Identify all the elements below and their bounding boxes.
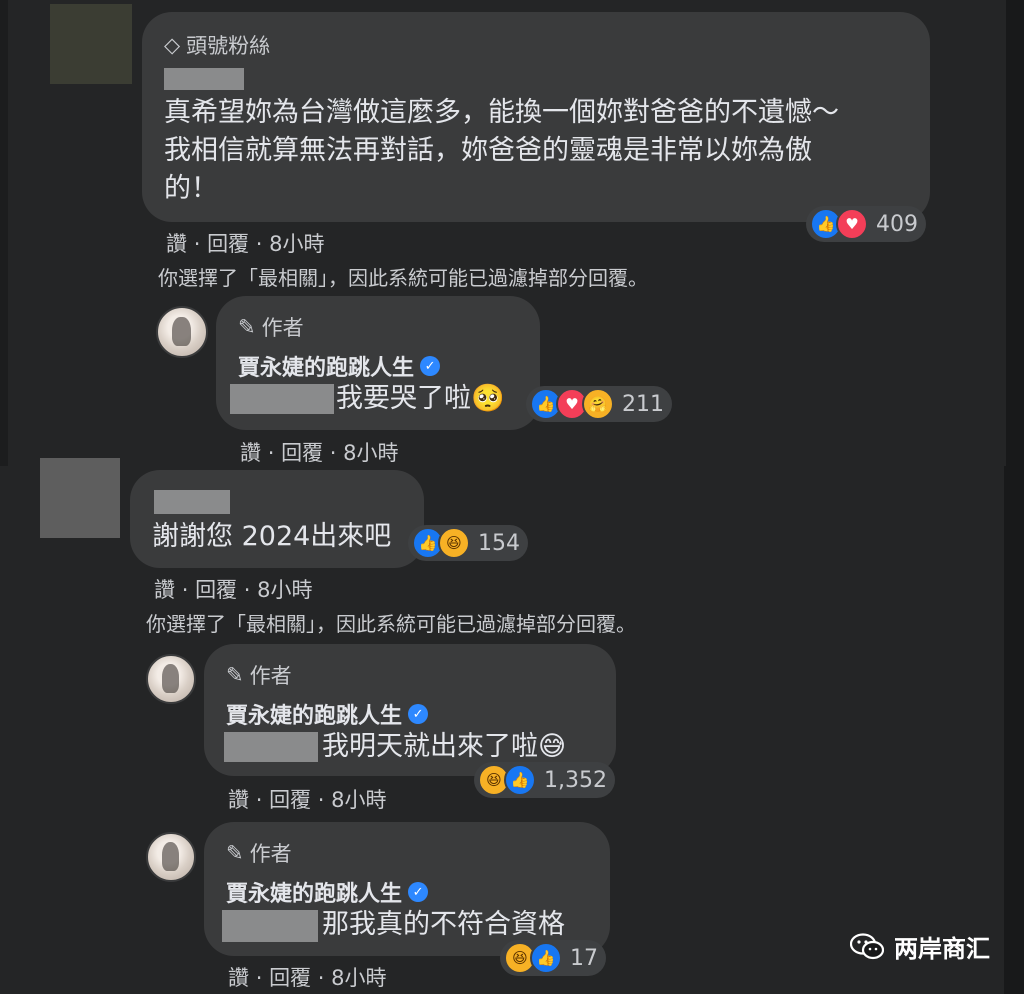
separator-dot: · [267, 441, 275, 465]
timestamp-link[interactable]: 8小時 [343, 441, 398, 465]
wechat-icon [850, 932, 884, 959]
filter-notice: 你選擇了「最相關」，因此系統可能已過濾掉部分回覆。 [158, 266, 648, 290]
redacted-name [222, 910, 318, 942]
reaction-summary-reply-3[interactable]: 😆 👍 17 [500, 940, 606, 976]
reply-bubble-3: ✎ 作者 賈永婕的跑跳人生 ✓ 那我真的不符合資格 [204, 822, 610, 956]
reply-link[interactable]: 回覆 [207, 232, 249, 256]
reaction-summary-1[interactable]: 👍 ♥ 409 [806, 206, 926, 242]
author-name[interactable]: 賈永婕的跑跳人生 [226, 876, 402, 908]
separator-dot: · [243, 578, 251, 602]
separator-dot: · [181, 578, 189, 602]
author-tag: 作者 [249, 842, 292, 866]
author-avatar[interactable] [156, 306, 208, 358]
reaction-summary-reply-2[interactable]: 😆 👍 1,352 [474, 762, 615, 798]
author-name[interactable]: 賈永婕的跑跳人生 [226, 698, 402, 730]
timestamp-link[interactable]: 8小時 [257, 578, 312, 602]
watermark-text: 两岸商汇 [894, 935, 990, 963]
comment-actions-1: 讚 · 回覆 · 8小時 [166, 228, 325, 258]
redacted-commenter-name [164, 68, 244, 90]
verified-badge-icon: ✓ [420, 356, 441, 376]
reaction-count: 1,352 [544, 767, 607, 793]
reply-text: 我明天就出來了啦😅 [322, 731, 567, 762]
separator-dot: · [317, 966, 325, 990]
reply-actions-1: 讚 · 回覆 · 8小時 [240, 437, 399, 467]
reaction-count: 409 [876, 211, 918, 237]
reply-link[interactable]: 回覆 [281, 441, 323, 465]
like-link[interactable]: 讚 [154, 578, 175, 602]
reply-text: 我要哭了啦🥺 [336, 383, 505, 414]
pencil-icon: ✎ [226, 663, 244, 687]
timestamp-link[interactable]: 8小時 [331, 966, 386, 990]
reply-bubble-2: ✎ 作者 賈永婕的跑跳人生 ✓ 我明天就出來了啦😅 [204, 644, 616, 776]
author-name[interactable]: 賈永婕的跑跳人生 [238, 350, 414, 382]
commenter-avatar-2[interactable] [40, 458, 120, 538]
care-reaction-icon: 🤗 [582, 388, 614, 420]
separator-dot: · [255, 966, 263, 990]
separator-dot: · [255, 232, 263, 256]
reaction-count: 17 [570, 945, 598, 971]
comment-text-line: 的！ [164, 173, 218, 204]
reply-actions-3: 讚 · 回覆 · 8小時 [228, 962, 387, 992]
reply-text: 那我真的不符合資格 [322, 909, 565, 940]
reply-link[interactable]: 回覆 [269, 788, 311, 812]
watermark: 两岸商汇 [850, 929, 990, 964]
redacted-name [224, 732, 318, 762]
author-tag: 作者 [261, 316, 304, 340]
reply-link[interactable]: 回覆 [195, 578, 237, 602]
reply-actions-2: 讚 · 回覆 · 8小時 [228, 784, 387, 814]
reply-bubble-1: ✎ 作者 賈永婕的跑跳人生 ✓ 我要哭了啦🥺 [216, 296, 540, 430]
verified-badge-icon: ✓ [408, 882, 429, 902]
panel-edge-left [0, 0, 8, 466]
reaction-count: 211 [622, 391, 664, 417]
pencil-icon: ✎ [238, 315, 256, 339]
separator-dot: · [193, 232, 201, 256]
author-avatar[interactable] [146, 654, 196, 704]
filter-notice: 你選擇了「最相關」，因此系統可能已過濾掉部分回覆。 [146, 612, 636, 636]
separator-dot: · [329, 441, 337, 465]
top-fan-badge: 頭號粉絲 [186, 34, 271, 58]
comment-text-line: 真希望妳為台灣做這麼多，能換一個妳對爸爸的不遺憾～ [164, 97, 839, 128]
pencil-icon: ✎ [226, 841, 244, 865]
comment-text-line: 我相信就算無法再對話，妳爸爸的靈魂是非常以妳為傲 [164, 135, 812, 166]
author-avatar[interactable] [146, 832, 196, 882]
separator-dot: · [255, 788, 263, 812]
author-tag: 作者 [249, 664, 292, 688]
reaction-summary-reply-1[interactable]: 👍 ♥ 🤗 211 [526, 386, 672, 422]
timestamp-link[interactable]: 8小時 [269, 232, 324, 256]
comment-bubble-1: ◇ 頭號粉絲 真希望妳為台灣做這麼多，能換一個妳對爸爸的不遺憾～ 我相信就算無法… [142, 12, 930, 222]
reaction-count: 154 [478, 530, 520, 556]
redacted-name [230, 384, 334, 414]
top-fan-diamond-icon: ◇ [164, 33, 181, 57]
comment-actions-2: 讚 · 回覆 · 8小時 [154, 574, 313, 604]
verified-badge-icon: ✓ [408, 704, 429, 724]
redacted-commenter-name [154, 490, 230, 514]
like-link[interactable]: 讚 [228, 788, 249, 812]
reaction-summary-2[interactable]: 👍 😆 154 [408, 525, 528, 561]
haha-reaction-icon: 😆 [438, 527, 470, 559]
like-link[interactable]: 讚 [240, 441, 261, 465]
like-reaction-icon: 👍 [504, 764, 536, 796]
separator-dot: · [317, 788, 325, 812]
comment-bubble-2: 謝謝您 2024出來吧 [130, 470, 424, 568]
like-link[interactable]: 讚 [228, 966, 249, 990]
commenter-avatar-1[interactable] [50, 4, 132, 84]
like-link[interactable]: 讚 [166, 232, 187, 256]
comment-text: 謝謝您 2024出來吧 [152, 521, 392, 552]
love-reaction-icon: ♥ [836, 208, 868, 240]
reply-link[interactable]: 回覆 [269, 966, 311, 990]
timestamp-link[interactable]: 8小時 [331, 788, 386, 812]
like-reaction-icon: 👍 [530, 942, 562, 974]
